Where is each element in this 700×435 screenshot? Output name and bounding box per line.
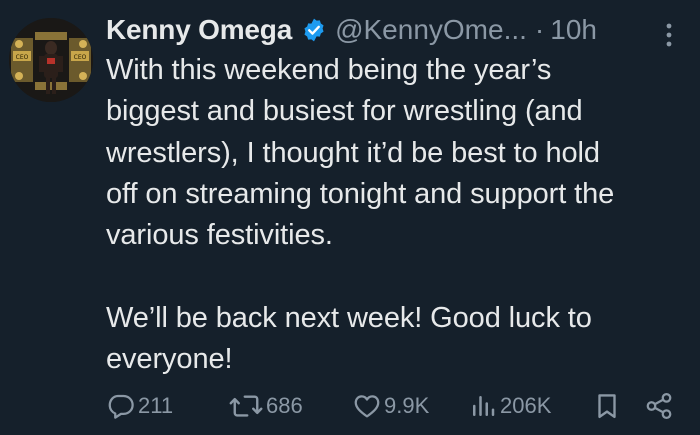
repost-icon [229, 395, 263, 417]
views-bar-chart-icon [473, 396, 495, 416]
bookmark-button[interactable] [592, 388, 622, 424]
reply-button[interactable]: 211 [106, 388, 173, 424]
reply-icon [108, 394, 134, 419]
tweet-timestamp[interactable]: 10h [550, 14, 597, 46]
more-dots-icon[interactable] [664, 22, 674, 48]
tweet-text-line: various festivities. [106, 219, 333, 252]
tweet-text-line: biggest and busiest for wrestling (and [106, 95, 583, 128]
tweet-text-line: off on streaming tonight and support the [106, 177, 615, 210]
tweet-text: With this weekend being the year’s bigge… [106, 50, 691, 380]
avatar-logo-right: CEO [74, 54, 87, 61]
views-button[interactable]: 206K [468, 388, 551, 424]
tweet-text-line: wrestlers), I thought it’d be best to ho… [106, 136, 600, 169]
like-count: 9.9K [384, 393, 430, 418]
share-button[interactable] [644, 388, 674, 424]
like-button[interactable]: 9.9K [352, 388, 429, 424]
share-icon [646, 393, 672, 419]
tweet-text-line: With this weekend being the year’s [106, 54, 552, 86]
tweet-text-line: We’ll be back next week! Good luck to [106, 301, 592, 334]
avatar[interactable]: CEO CEO [9, 18, 93, 102]
bookmark-icon [598, 394, 616, 419]
author-handle[interactable]: @KennyOme... [335, 14, 527, 46]
reply-count: 211 [138, 393, 174, 418]
tweet-actions: 211 686 9.9K 206K [106, 388, 696, 424]
author-display-name[interactable]: Kenny Omega [106, 14, 292, 46]
heart-icon [354, 395, 380, 418]
repost-count: 686 [266, 393, 303, 418]
separator-dot: · [534, 14, 545, 45]
repost-button[interactable]: 686 [228, 388, 303, 424]
tweet-header: Kenny Omega @KennyOme... · 10h [106, 10, 597, 50]
avatar-logo-left: CEO [16, 54, 29, 61]
views-count: 206K [500, 393, 552, 418]
tweet-text-line: everyone! [106, 343, 233, 376]
verified-badge-icon[interactable] [301, 17, 327, 43]
tweet[interactable]: CEO CEO Kenny Omega @KennyOme... · 10h W… [0, 0, 700, 435]
